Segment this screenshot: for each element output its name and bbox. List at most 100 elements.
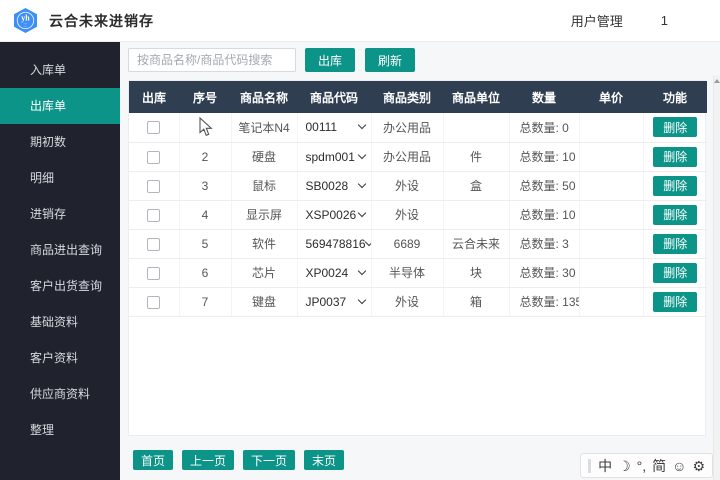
topbar: yh ::: 云合未来进销存 用户管理 1 xyxy=(0,0,720,42)
delete-button[interactable]: 删除 xyxy=(653,205,697,225)
refresh-button[interactable]: 刷新 xyxy=(365,48,415,72)
delete-button[interactable]: 删除 xyxy=(653,147,697,167)
row-quantity: 总数量: 3 xyxy=(509,229,579,258)
row-quantity: 总数量: 10 xyxy=(509,142,579,171)
row-unit: 件 xyxy=(443,142,509,171)
row-price xyxy=(579,142,643,171)
user-management-link[interactable]: 用户管理 xyxy=(571,11,623,30)
chevron-down-icon xyxy=(357,150,365,158)
row-unit: 云合未来 xyxy=(443,229,509,258)
sidebar-item-customer-shipment-query[interactable]: 客户出货查询 xyxy=(0,268,120,304)
ime-gear-icon[interactable]: ⚙ xyxy=(692,459,705,473)
row-price xyxy=(579,113,643,142)
row-product-name: 芯片 xyxy=(231,258,297,287)
row-unit: 盒 xyxy=(443,171,509,200)
row-price xyxy=(579,171,643,200)
ime-moon-icon[interactable]: ☽ xyxy=(618,459,631,473)
row-price xyxy=(579,229,643,258)
svg-text:yh: yh xyxy=(21,14,30,23)
delete-button[interactable]: 删除 xyxy=(653,263,697,283)
product-code-value: 00111 xyxy=(306,120,338,134)
row-checkbox[interactable] xyxy=(147,238,160,251)
row-checkbox[interactable] xyxy=(147,180,160,193)
delete-button[interactable]: 删除 xyxy=(653,292,697,312)
row-price xyxy=(579,200,643,229)
pagination-next-button[interactable]: 下一页 xyxy=(243,450,295,470)
product-code-select[interactable]: JP0037 xyxy=(298,295,371,309)
row-checkbox[interactable] xyxy=(147,121,160,134)
product-code-value: XSP0026 xyxy=(306,208,357,222)
column-header: 商品代码 xyxy=(297,81,371,113)
ime-smiley-icon[interactable]: ☺ xyxy=(672,459,686,473)
row-category: 外设 xyxy=(371,171,443,200)
row-product-name: 显示屏 xyxy=(231,200,297,229)
row-product-name: 笔记本N4 xyxy=(231,113,297,142)
row-category: 半导体 xyxy=(371,258,443,287)
product-code-select[interactable]: spdm001 xyxy=(298,150,371,164)
column-header: 单价 xyxy=(579,81,643,113)
delete-button[interactable]: 删除 xyxy=(653,117,697,137)
pagination-last-button[interactable]: 末页 xyxy=(304,450,344,470)
row-seq: 6 xyxy=(179,258,231,287)
scroll-up-icon[interactable] xyxy=(714,79,720,83)
column-header: 出库 xyxy=(129,81,179,113)
page-title: 云合未来进销存 xyxy=(49,11,154,31)
ship-out-button[interactable]: 出库 xyxy=(305,48,355,72)
product-code-value: SB0028 xyxy=(306,179,349,193)
row-category: 办公用品 xyxy=(371,113,443,142)
row-quantity: 总数量: 135 xyxy=(509,287,579,316)
row-seq: 7 xyxy=(179,287,231,316)
row-category: 6689 xyxy=(371,229,443,258)
pagination-first-button[interactable]: 首页 xyxy=(133,450,173,470)
ime-simplified-chinese-icon[interactable]: 简 xyxy=(652,459,666,473)
row-checkbox[interactable] xyxy=(147,151,160,164)
search-input[interactable] xyxy=(128,48,296,72)
ime-punctuation-icon[interactable]: °, xyxy=(637,459,647,473)
row-checkbox[interactable] xyxy=(147,296,160,309)
pagination-prev-button[interactable]: 上一页 xyxy=(182,450,234,470)
table-row: 7 键盘 JP0037 外设 箱 总数量: 135 删除 xyxy=(129,287,707,316)
vertical-scrollbar[interactable] xyxy=(713,75,720,480)
sidebar-item-basic-data[interactable]: 基础资料 xyxy=(0,304,120,340)
products-table: 出库序号商品名称商品代码商品类别商品单位数量单价功能 1 笔记本N4 00111… xyxy=(128,80,706,436)
sidebar-item-details[interactable]: 明细 xyxy=(0,160,120,196)
table-row: 3 鼠标 SB0028 外设 盒 总数量: 50 删除 xyxy=(129,171,707,200)
table-row: 6 芯片 XP0024 半导体 块 总数量: 30 删除 xyxy=(129,258,707,287)
product-code-select[interactable]: XP0024 xyxy=(298,266,371,280)
sidebar-item-organize[interactable]: 整理 xyxy=(0,412,120,448)
user-count-badge[interactable]: 1 xyxy=(661,13,668,28)
chevron-down-icon xyxy=(357,208,365,216)
table-body: 1 笔记本N4 00111 办公用品 总数量: 0 删除 2 硬盘 spdm00… xyxy=(129,113,707,316)
product-code-value: XP0024 xyxy=(306,266,349,280)
row-quantity: 总数量: 30 xyxy=(509,258,579,287)
sidebar-item-inventory-flow[interactable]: 进销存 xyxy=(0,196,120,232)
ime-chinese-mode-icon[interactable]: 中 xyxy=(598,459,612,473)
table-row: 2 硬盘 spdm001 办公用品 件 总数量: 10 删除 xyxy=(129,142,707,171)
product-code-select[interactable]: XSP0026 xyxy=(298,208,371,222)
row-unit xyxy=(443,113,509,142)
product-code-value: JP0037 xyxy=(306,295,347,309)
sidebar-item-inbound-order[interactable]: 入库单 xyxy=(0,52,120,88)
row-unit: 块 xyxy=(443,258,509,287)
product-code-select[interactable]: 569478816 xyxy=(298,237,371,251)
delete-button[interactable]: 删除 xyxy=(653,234,697,254)
row-checkbox[interactable] xyxy=(147,209,160,222)
chevron-down-icon xyxy=(357,121,365,129)
ime-grip-handle[interactable] xyxy=(588,459,591,473)
sidebar-item-outbound-order[interactable]: 出库单 xyxy=(0,88,120,124)
row-category: 外设 xyxy=(371,287,443,316)
sidebar-item-product-inout-query[interactable]: 商品进出查询 xyxy=(0,232,120,268)
row-seq: 2 xyxy=(179,142,231,171)
row-checkbox[interactable] xyxy=(147,267,160,280)
row-quantity: 总数量: 50 xyxy=(509,171,579,200)
sidebar-item-opening-balance[interactable]: 期初数 xyxy=(0,124,120,160)
product-code-select[interactable]: 00111 xyxy=(298,120,371,134)
delete-button[interactable]: 删除 xyxy=(653,176,697,196)
row-unit: 箱 xyxy=(443,287,509,316)
sidebar-item-customer-data[interactable]: 客户资料 xyxy=(0,340,120,376)
row-product-name: 鼠标 xyxy=(231,171,297,200)
row-category: 外设 xyxy=(371,200,443,229)
sidebar-item-supplier-data[interactable]: 供应商资料 xyxy=(0,376,120,412)
table-row: 1 笔记本N4 00111 办公用品 总数量: 0 删除 xyxy=(129,113,707,142)
product-code-select[interactable]: SB0028 xyxy=(298,179,371,193)
